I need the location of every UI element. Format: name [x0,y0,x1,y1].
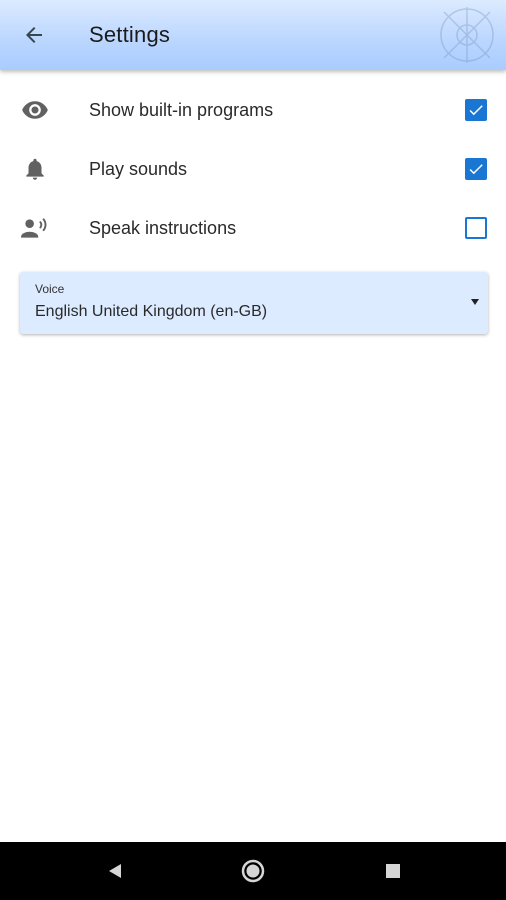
speak-instructions-checkbox[interactable] [465,217,487,239]
circle-home-icon [241,859,265,883]
speaking-person-icon [18,214,52,242]
setting-row-play-sounds[interactable]: Play sounds [0,141,506,197]
play-sounds-checkbox[interactable] [465,158,487,180]
back-button[interactable] [16,17,52,53]
nav-back-button[interactable] [100,856,130,886]
nav-home-button[interactable] [238,856,268,886]
bell-icon [18,155,52,183]
triangle-back-icon [109,864,121,878]
checkmark-icon [469,105,483,116]
checkmark-icon [469,164,483,175]
setting-label: Speak instructions [89,218,237,238]
system-nav-bar [0,842,506,900]
nav-recents-button[interactable] [378,856,408,886]
eye-icon [18,96,52,124]
setting-label: Play sounds [89,159,188,179]
page-title: Settings [89,22,171,47]
app-bar: Settings [0,0,506,70]
voice-select[interactable]: Voice English United Kingdom (en-GB) [20,272,488,334]
logo-watermark-icon [440,7,494,63]
voice-caption: Voice [35,282,65,296]
show-built-in-programs-checkbox[interactable] [465,99,487,121]
setting-row-show-built-in-programs[interactable]: Show built-in programs [0,82,506,138]
dropdown-arrow-icon [471,299,479,305]
arrow-left-icon [26,27,42,43]
setting-label: Show built-in programs [89,100,274,120]
setting-row-speak-instructions[interactable]: Speak instructions [0,200,506,256]
square-recents-icon [386,864,400,878]
voice-value: English United Kingdom (en-GB) [35,303,268,320]
